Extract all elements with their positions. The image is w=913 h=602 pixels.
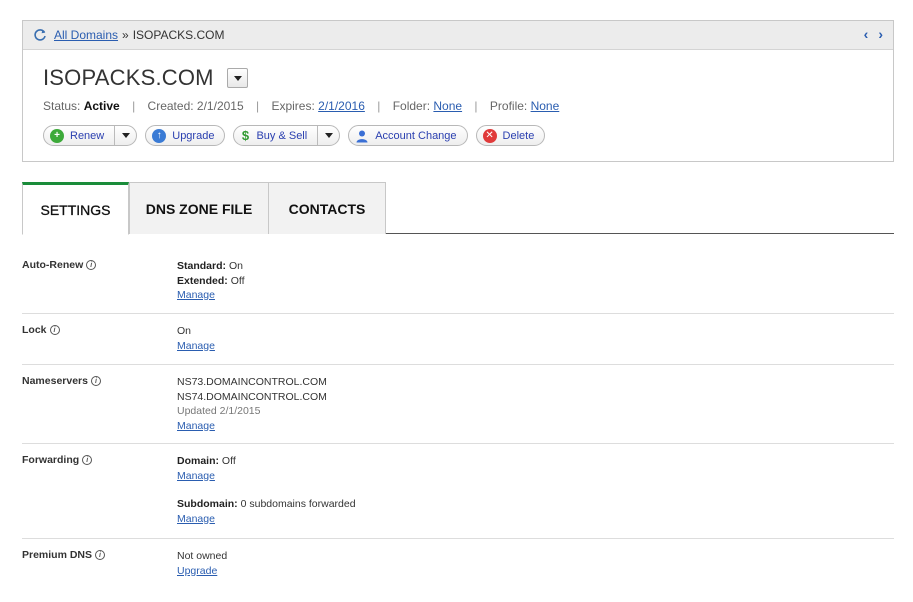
nameservers-row: Nameservers i NS73.DOMAINCONTROL.COM NS7… (22, 375, 894, 444)
nameservers-label: Nameservers i (22, 375, 101, 387)
folder-link[interactable]: None (433, 99, 462, 113)
buy-sell-dropdown[interactable] (317, 126, 339, 145)
upgrade-icon: ↑ (152, 128, 167, 143)
status-value: Active (83, 99, 120, 113)
premium-dns-value: Not owned Upgrade (177, 550, 228, 577)
breadcrumb-current: ISOPACKS.COM (132, 28, 225, 42)
nameservers-manage-link[interactable]: Manage (177, 420, 215, 432)
domain-title: ISOPACKS.COM (43, 65, 214, 90)
buy-sell-label: Buy & Sell (256, 129, 308, 142)
expires-link[interactable]: 2/1/2016 (318, 99, 365, 113)
lock-row: Lock i On Manage (22, 324, 894, 365)
nameservers-value: NS73.DOMAINCONTROL.COM NS74.DOMAINCONTRO… (177, 375, 327, 433)
expires-label: Expires: (271, 99, 315, 113)
renew-dropdown[interactable] (114, 126, 136, 145)
dollar-icon: $ (241, 128, 250, 143)
auto-renew-value: Standard: On Extended: Off Manage (177, 260, 245, 301)
tab-dns-zone-file[interactable]: DNS ZONE FILE (129, 182, 269, 234)
delete-label: Delete (502, 129, 535, 142)
renew-label: Renew (70, 129, 105, 142)
info-icon[interactable]: i (95, 550, 106, 560)
auto-renew-row: Auto-Renew i Standard: On Extended: Off … (22, 259, 894, 314)
nameservers-updated: Updated 2/1/2015 (177, 405, 261, 417)
domain-menu-dropdown[interactable] (227, 68, 248, 88)
account-change-button[interactable]: Account Change (348, 125, 468, 146)
forwarding-label: Forwarding i (22, 454, 93, 466)
domain-nav: ‹ › (864, 26, 883, 42)
refresh-icon[interactable] (33, 28, 47, 42)
chevron-right-icon[interactable]: › (878, 26, 883, 42)
upgrade-button[interactable]: ↑ Upgrade (145, 125, 226, 146)
lock-label: Lock i (22, 324, 60, 336)
profile-link[interactable]: None (531, 99, 560, 113)
info-icon[interactable]: i (82, 455, 93, 465)
upgrade-label: Upgrade (172, 129, 215, 142)
forwarding-subdomain-manage-link[interactable]: Manage (177, 513, 215, 525)
status-label: Status: (43, 99, 81, 113)
renew-icon: + (50, 128, 64, 143)
created-label: Created: (147, 99, 194, 113)
chevron-left-icon[interactable]: ‹ (864, 26, 869, 42)
tab-contacts[interactable]: CONTACTS (268, 182, 386, 234)
created-value: 2/1/2015 (196, 99, 244, 113)
profile-label: Profile: (489, 99, 528, 113)
forwarding-domain-manage-link[interactable]: Manage (177, 470, 215, 482)
tab-bar: SETTINGS DNS ZONE FILE CONTACTS (22, 182, 894, 235)
domain-meta: Status: Active | Created: 2/1/2015 | Exp… (43, 99, 560, 113)
breadcrumb-separator: » (122, 28, 129, 42)
all-domains-link[interactable]: All Domains (54, 28, 118, 42)
auto-renew-label: Auto-Renew i (22, 259, 97, 271)
nameserver-2: NS74.DOMAINCONTROL.COM (177, 390, 327, 403)
renew-button[interactable]: + Renew (43, 125, 138, 146)
action-bar: + Renew ↑ Upgrade $ Buy & Sell Account C… (43, 125, 546, 146)
buy-sell-button[interactable]: $ Buy & Sell (233, 125, 341, 146)
forwarding-row: Forwarding i Domain: Off Manage Subdomai… (22, 454, 894, 539)
tab-settings[interactable]: SETTINGS (22, 182, 129, 235)
user-icon (355, 129, 369, 143)
lock-value: On Manage (177, 325, 215, 352)
lock-manage-link[interactable]: Manage (177, 340, 215, 352)
premium-dns-row: Premium DNS i Not owned Upgrade (22, 549, 894, 589)
breadcrumb: All Domains » ISOPACKS.COM ‹ › (23, 21, 893, 50)
auto-renew-manage-link[interactable]: Manage (177, 289, 215, 301)
premium-dns-label: Premium DNS i (22, 549, 106, 561)
info-icon[interactable]: i (86, 260, 97, 270)
forwarding-value: Domain: Off Manage Subdomain: 0 subdomai… (177, 455, 356, 525)
info-icon[interactable]: i (49, 325, 60, 335)
folder-label: Folder: (392, 99, 431, 113)
premium-dns-upgrade-link[interactable]: Upgrade (177, 565, 217, 577)
caret-down-icon (233, 75, 242, 81)
domain-card: All Domains » ISOPACKS.COM ‹ › ISOPACKS.… (22, 20, 894, 162)
account-change-label: Account Change (375, 129, 457, 142)
info-icon[interactable]: i (90, 376, 101, 386)
nameserver-1: NS73.DOMAINCONTROL.COM (177, 376, 327, 388)
delete-icon: ✕ (482, 128, 497, 143)
delete-button[interactable]: ✕ Delete (475, 125, 546, 146)
